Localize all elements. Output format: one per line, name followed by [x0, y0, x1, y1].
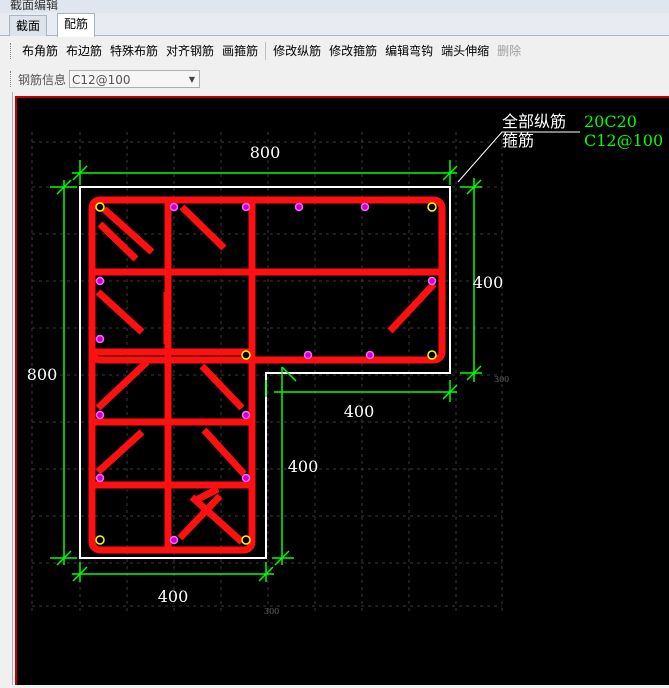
dim-notch-width: 400 [344, 402, 375, 421]
window-title: 截面编辑 [10, 0, 59, 12]
dim-top-width: 800 [250, 143, 281, 162]
legend-longitudinal-label: 全部纵筋 [502, 112, 566, 131]
special-bar-button[interactable]: 特殊布筋 [106, 41, 162, 61]
drawing-canvas[interactable]: 800 400 400 800 400 400 300 300 全部纵筋 箍筋 … [15, 96, 669, 685]
corner-bar-button[interactable]: 布角筋 [18, 41, 62, 61]
edit-stirrup-button[interactable]: 修改箍筋 [325, 41, 381, 61]
dim-bottom-width: 400 [158, 587, 189, 606]
edge-bar-button[interactable]: 布边筋 [62, 41, 106, 61]
draw-stirrup-button[interactable]: 画箍筋 [218, 41, 262, 61]
tab-reinforcement[interactable]: 配筋 [57, 13, 96, 37]
toolbar-grip[interactable] [10, 43, 14, 59]
infobar-grip[interactable] [10, 71, 14, 87]
dim-small-right: 300 [494, 375, 509, 384]
delete-button[interactable]: 删除 [493, 41, 525, 61]
legend-longitudinal-value: 20C20 [584, 112, 637, 131]
toolbar: 布角筋 布边筋 特殊布筋 对齐钢筋 画箍筋 修改纵筋 修改箍筋 编辑弯钩 端头伸… [10, 40, 665, 62]
dim-small-bottom: 300 [264, 607, 279, 616]
tab-section[interactable]: 截面 [9, 15, 48, 36]
rebar-info-value: C12@100 [72, 73, 131, 87]
legend-stirrup-value: C12@100 [584, 131, 663, 150]
window-titlebar: 截面编辑 [0, 0, 669, 13]
edit-longitudinal-button[interactable]: 修改纵筋 [269, 41, 325, 61]
legend-stirrup-label: 箍筋 [502, 131, 534, 150]
dim-right-height: 400 [473, 273, 504, 292]
end-stretch-button[interactable]: 端头伸缩 [437, 41, 493, 61]
dim-lower-right-height: 400 [288, 457, 319, 476]
tab-strip: 截面 配筋 [0, 13, 669, 37]
rebar-info-select[interactable]: C12@100 ▼ [69, 70, 201, 89]
dim-left-height: 800 [27, 365, 58, 384]
rebar-info-label: 钢筋信息 [18, 72, 67, 87]
align-bar-button[interactable]: 对齐钢筋 [162, 41, 218, 61]
rebar-info-bar: 钢筋信息 C12@100 ▼ [10, 68, 665, 90]
chevron-down-icon[interactable]: ▼ [189, 71, 195, 89]
edit-hook-button[interactable]: 编辑弯钩 [381, 41, 437, 61]
toolbar-separator [265, 42, 267, 60]
section-drawing[interactable]: 800 400 400 800 400 400 300 300 全部纵筋 箍筋 … [17, 98, 669, 685]
panel-divider [12, 92, 13, 685]
